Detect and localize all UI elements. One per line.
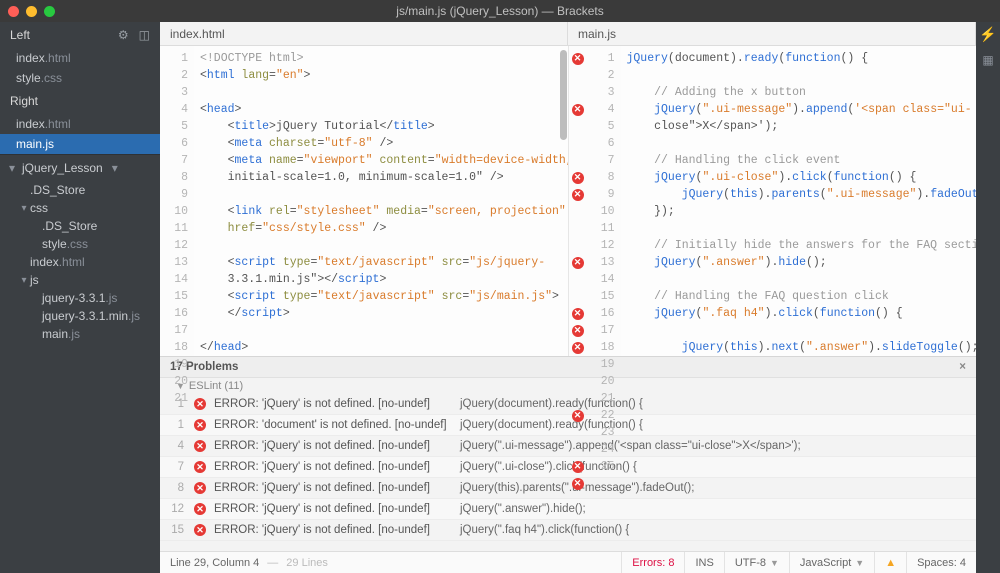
tree-item[interactable]: style.css bbox=[0, 235, 160, 253]
working-set-item[interactable]: index.html bbox=[0, 48, 160, 68]
tree-item[interactable]: .DS_Store bbox=[0, 217, 160, 235]
minimize-window[interactable] bbox=[26, 6, 37, 17]
tree-item[interactable]: jquery-3.3.1.js bbox=[0, 289, 160, 307]
live-preview-icon[interactable]: ⚡ bbox=[979, 26, 996, 43]
editor-pane-right[interactable]: ✕✕✕✕✕✕✕✕✕✕✕ 1234567891011121314151617181… bbox=[569, 46, 977, 356]
project-name: jQuery_Lesson bbox=[22, 161, 103, 175]
working-set-item[interactable]: style.css bbox=[0, 68, 160, 88]
tree-item[interactable]: .DS_Store bbox=[0, 181, 160, 199]
chevron-down-icon: ▾ bbox=[8, 161, 16, 175]
close-icon[interactable]: × bbox=[959, 361, 966, 373]
titlebar: js/main.js (jQuery_Lesson) — Brackets bbox=[0, 0, 1000, 22]
status-separator: — bbox=[267, 557, 278, 569]
line-count: 29 Lines bbox=[286, 557, 328, 569]
close-window[interactable] bbox=[8, 6, 19, 17]
tree-item[interactable]: jquery-3.3.1.min.js bbox=[0, 307, 160, 325]
editor-tab-right[interactable]: main.js bbox=[568, 22, 976, 45]
extension-manager-icon[interactable]: ▦ bbox=[982, 53, 993, 67]
problem-row[interactable]: 15✕ERROR: 'jQuery' is not defined. [no-u… bbox=[160, 520, 976, 541]
status-bar: Line 29, Column 4 — 29 Lines Errors: 8 I… bbox=[160, 551, 976, 573]
gear-icon[interactable]: ⚙ bbox=[118, 28, 129, 42]
tree-item[interactable]: index.html bbox=[0, 253, 160, 271]
maximize-window[interactable] bbox=[44, 6, 55, 17]
lint-warning-icon[interactable]: ▲ bbox=[874, 552, 906, 573]
indent-select[interactable]: Spaces: 4 bbox=[906, 552, 976, 573]
cursor-position[interactable]: Line 29, Column 4 bbox=[170, 557, 259, 569]
tree-item[interactable]: main.js bbox=[0, 325, 160, 343]
working-set-right-label: Right bbox=[10, 94, 38, 108]
split-icon[interactable]: ◫ bbox=[139, 28, 150, 42]
tree-item[interactable]: ▾css bbox=[0, 199, 160, 217]
window-title: js/main.js (jQuery_Lesson) — Brackets bbox=[0, 4, 1000, 18]
chevron-down-icon: ▾ bbox=[111, 161, 119, 175]
editor-tab-left[interactable]: index.html bbox=[160, 22, 568, 45]
extensions-gutter: ⚡ ▦ bbox=[976, 22, 1000, 573]
project-root[interactable]: ▾ jQuery_Lesson ▾ bbox=[0, 154, 160, 181]
working-set-item[interactable]: main.js bbox=[0, 134, 160, 154]
scrollbar[interactable] bbox=[560, 50, 567, 140]
problem-row[interactable]: 12✕ERROR: 'jQuery' is not defined. [no-u… bbox=[160, 499, 976, 520]
working-set-item[interactable]: index.html bbox=[0, 114, 160, 134]
working-set-left-label: Left bbox=[10, 28, 30, 42]
error-count[interactable]: Errors: 8 bbox=[621, 552, 684, 573]
insert-mode[interactable]: INS bbox=[684, 552, 723, 573]
tree-item[interactable]: ▾js bbox=[0, 271, 160, 289]
editor-pane-left[interactable]: 123456789101112131415161718192021 <!DOCT… bbox=[160, 46, 569, 356]
sidebar: Left ⚙ ◫ index.htmlstyle.css Right index… bbox=[0, 22, 160, 573]
language-select[interactable]: JavaScript▼ bbox=[789, 552, 874, 573]
encoding-select[interactable]: UTF-8▼ bbox=[724, 552, 789, 573]
